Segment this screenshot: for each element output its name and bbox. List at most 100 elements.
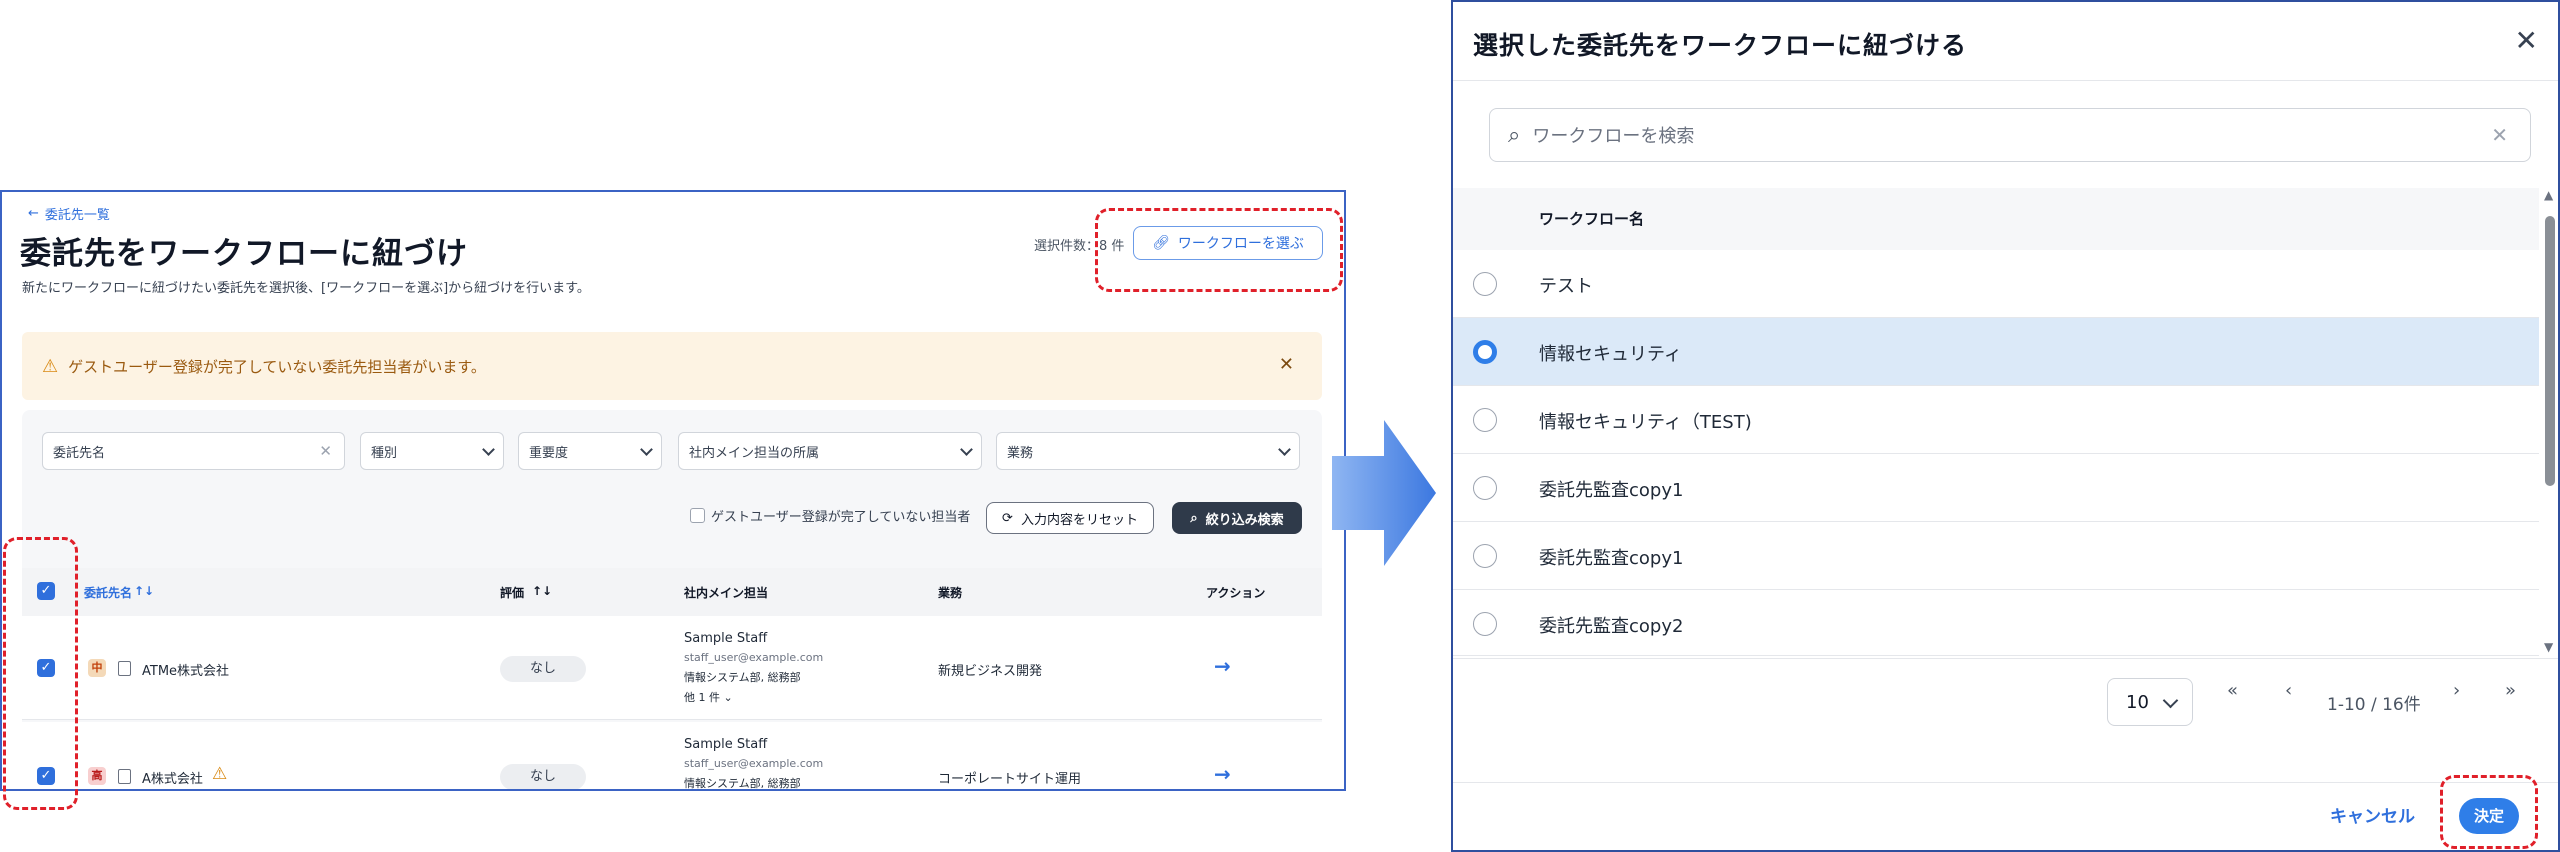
radio-button[interactable] bbox=[1473, 544, 1497, 568]
priority-badge: 中 bbox=[88, 659, 106, 677]
rating-pill: なし bbox=[500, 764, 586, 789]
chevron-down-icon bbox=[640, 443, 653, 456]
column-rating[interactable]: 評価 bbox=[500, 584, 524, 601]
reset-button-label: 入力内容をリセット bbox=[1020, 512, 1138, 528]
workflow-option[interactable]: 委託先監査copy1 bbox=[1453, 522, 2539, 590]
staff-name: Sample Staff bbox=[684, 631, 768, 646]
vendor-name[interactable]: ATMe株式会社 bbox=[142, 660, 229, 679]
clear-icon[interactable]: ✕ bbox=[2491, 123, 2508, 147]
workflow-search-input[interactable]: ⌕ ワークフローを検索 ✕ bbox=[1489, 108, 2531, 162]
checkbox-icon[interactable] bbox=[690, 508, 705, 523]
annotation-highlight bbox=[1095, 208, 1343, 292]
warning-banner: ⚠ ゲストユーザー登録が完了していない委託先担当者がいます。 ✕ bbox=[22, 332, 1322, 400]
staff-dept: 情報システム部, 総務部 bbox=[684, 777, 801, 790]
annotation-highlight bbox=[2440, 775, 2538, 849]
scroll-up-icon[interactable]: ▲ bbox=[2544, 188, 2553, 202]
table-header: ✓ 委託先名 ↑↓ 評価 ↑↓ 社内メイン担当 業務 アクション bbox=[22, 568, 1322, 616]
chevron-down-icon: ⌄ bbox=[723, 691, 733, 704]
business-name: コーポレートサイト運用 bbox=[938, 772, 1082, 787]
building-icon bbox=[118, 769, 131, 784]
column-workflow-name: ワークフロー名 bbox=[1539, 210, 1645, 228]
divider bbox=[1453, 658, 2558, 659]
warning-text: ゲストユーザー登録が完了していない委託先担当者がいます。 bbox=[68, 357, 486, 376]
workflow-option[interactable]: 情報セキュリティ bbox=[1453, 318, 2539, 386]
back-link-label: 委託先一覧 bbox=[44, 208, 110, 223]
vendor-name[interactable]: A株式会社 bbox=[142, 768, 203, 787]
back-link[interactable]: ← 委託先一覧 bbox=[28, 204, 110, 223]
annotation-highlight bbox=[3, 537, 78, 810]
warning-icon: ⚠ bbox=[212, 764, 228, 784]
workflow-option-label: 委託先監査copy2 bbox=[1539, 616, 1684, 637]
workflow-option-label: 委託先監査copy1 bbox=[1539, 548, 1684, 569]
staff-name: Sample Staff bbox=[684, 737, 768, 752]
column-staff: 社内メイン担当 bbox=[684, 586, 769, 600]
radio-button[interactable] bbox=[1473, 476, 1497, 500]
first-page-icon[interactable]: « bbox=[2227, 680, 2238, 701]
guest-filter-checkbox[interactable]: ゲストユーザー登録が完了していない担当者 bbox=[690, 506, 970, 525]
business-select[interactable]: 業務 bbox=[996, 432, 1300, 470]
radio-button[interactable] bbox=[1473, 408, 1497, 432]
business-select-label: 業務 bbox=[1007, 445, 1034, 461]
radio-button[interactable] bbox=[1473, 340, 1497, 364]
table-row[interactable]: ✓ 中 ATMe株式会社 なし Sample Staff staff_user@… bbox=[22, 616, 1322, 720]
last-page-icon[interactable]: » bbox=[2505, 680, 2516, 701]
chevron-down-icon bbox=[1278, 443, 1291, 456]
cancel-button[interactable]: キャンセル bbox=[2330, 802, 2415, 827]
department-select[interactable]: 社内メイン担当の所属 bbox=[678, 432, 982, 470]
staff-dept: 情報システム部, 総務部 bbox=[684, 671, 801, 684]
scrollbar-thumb[interactable] bbox=[2545, 216, 2555, 486]
workflow-option[interactable]: テスト bbox=[1453, 250, 2539, 318]
rating-pill: なし bbox=[500, 656, 586, 682]
filter-search-button[interactable]: ⌕ 絞り込み検索 bbox=[1172, 502, 1302, 534]
chevron-down-icon bbox=[482, 443, 495, 456]
per-page-select[interactable]: 10 bbox=[2107, 678, 2193, 726]
radio-button[interactable] bbox=[1473, 612, 1497, 636]
refresh-icon: ⟳ bbox=[1002, 510, 1013, 526]
chevron-down-icon bbox=[2162, 692, 2179, 709]
column-name[interactable]: 委託先名 bbox=[84, 584, 132, 601]
workflow-option-label: 情報セキュリティ（TEST) bbox=[1539, 412, 1752, 433]
guest-filter-label: ゲストユーザー登録が完了していない担当者 bbox=[711, 510, 971, 525]
business-name: 新規ビジネス開発 bbox=[938, 664, 1043, 679]
name-filter-placeholder: 委託先名 bbox=[53, 445, 106, 461]
divider bbox=[1453, 782, 2558, 783]
more-link[interactable]: 他 1 件 ⌄ bbox=[684, 689, 733, 705]
table-header: ワークフロー名 bbox=[1453, 188, 2539, 250]
next-page-icon[interactable]: › bbox=[2453, 680, 2460, 701]
radio-button[interactable] bbox=[1473, 272, 1497, 296]
flow-arrow-icon bbox=[1332, 420, 1436, 566]
staff-email: staff_user@example.com bbox=[684, 757, 824, 770]
arrow-right-icon[interactable]: → bbox=[1214, 654, 1231, 678]
name-filter-input[interactable]: 委託先名 ✕ bbox=[42, 432, 345, 470]
page-info: 1-10 / 16件 bbox=[2327, 695, 2421, 715]
divider bbox=[1453, 80, 2558, 81]
workflow-option[interactable]: 情報セキュリティ（TEST) bbox=[1453, 386, 2539, 454]
table-row[interactable]: ✓ 高 A株式会社 ⚠ なし Sample Staff staff_user@e… bbox=[22, 722, 1322, 790]
prev-page-icon[interactable]: ‹ bbox=[2285, 680, 2292, 701]
arrow-right-icon[interactable]: → bbox=[1214, 762, 1231, 786]
department-select-label: 社内メイン担当の所属 bbox=[689, 445, 820, 461]
search-icon: ⌕ bbox=[1508, 122, 1521, 148]
per-page-value: 10 bbox=[2126, 691, 2149, 713]
workflow-option-label: 委託先監査copy1 bbox=[1539, 480, 1684, 501]
type-select[interactable]: 種別 bbox=[360, 432, 504, 470]
workflow-option-label: 情報セキュリティ bbox=[1539, 344, 1682, 365]
arrow-left-icon: ← bbox=[28, 206, 39, 221]
workflow-option-label: テスト bbox=[1539, 276, 1593, 297]
clear-icon[interactable]: ✕ bbox=[319, 442, 332, 460]
building-icon bbox=[118, 661, 131, 676]
close-icon[interactable]: ✕ bbox=[2515, 24, 2538, 57]
chevron-down-icon bbox=[960, 443, 973, 456]
workflow-option[interactable]: 委託先監査copy2 bbox=[1453, 590, 2539, 656]
importance-select[interactable]: 重要度 bbox=[518, 432, 662, 470]
more-link-label: 他 1 件 bbox=[684, 691, 720, 704]
scroll-down-icon[interactable]: ▼ bbox=[2544, 640, 2553, 654]
close-icon[interactable]: ✕ bbox=[1279, 354, 1294, 375]
column-business: 業務 bbox=[938, 586, 963, 600]
reset-button[interactable]: ⟳ 入力内容をリセット bbox=[986, 502, 1154, 534]
scrollbar[interactable]: ▲ ▼ bbox=[2543, 188, 2557, 658]
page-title: 委託先をワークフローに紐づけ bbox=[20, 236, 468, 272]
workflow-option[interactable]: 委託先監査copy1 bbox=[1453, 454, 2539, 522]
sort-icon[interactable]: ↑↓ bbox=[134, 584, 154, 598]
sort-icon[interactable]: ↑↓ bbox=[532, 584, 552, 598]
